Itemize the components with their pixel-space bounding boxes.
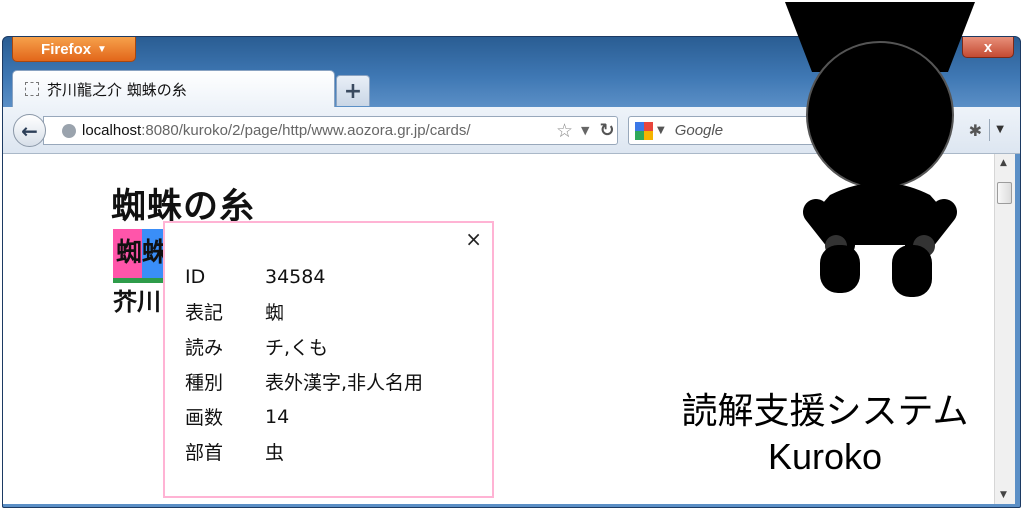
url-text[interactable]: localhost:8080/kuroko/2/page/http/www.ao… [82, 122, 552, 139]
kanji-info-table: ID 34584 表記 蜘 読み チ,くも 種別 表外漢字,非人名用 画数 14 部首 虫 [185, 259, 423, 469]
info-value: 34584 [265, 265, 326, 288]
info-row: 種別 表外漢字,非人名用 [185, 364, 423, 399]
info-value: 蜘 [265, 302, 285, 324]
info-value: 14 [265, 405, 290, 428]
new-tab-button[interactable]: + [336, 75, 370, 106]
info-row: 表記 蜘 [185, 294, 423, 329]
toolbar-divider [989, 119, 990, 141]
search-engine-dropdown-icon[interactable]: ▼ [657, 125, 665, 136]
scroll-thumb[interactable] [997, 182, 1012, 204]
info-value: チ,くも [265, 337, 329, 359]
kanji-info-popup: × ID 34584 表記 蜘 読み チ,くも 種別 表外漢字,非人名用 画数 14 部首… [163, 221, 494, 498]
info-row: 読み チ,くも [185, 329, 423, 364]
system-caption: 読解支援システム Kuroko [650, 388, 1000, 480]
info-key: 画数 [185, 407, 224, 429]
google-icon [635, 121, 653, 140]
info-row: ID 34584 [185, 259, 423, 294]
info-key: 部首 [185, 442, 224, 464]
reload-icon[interactable]: ↻ [600, 120, 615, 141]
info-row: 部首 虫 [185, 434, 423, 469]
search-placeholder: Google [674, 122, 724, 139]
kuroko-mascot-icon [785, 2, 975, 297]
info-value: 虫 [265, 442, 285, 464]
highlighted-word[interactable]: 蜘蛛 [113, 229, 169, 283]
chevron-down-icon: ▼ [97, 43, 107, 55]
tab-title: 芥川龍之介 蜘蛛の糸 [47, 80, 187, 99]
scroll-down-icon[interactable]: ▼ [1000, 490, 1007, 500]
info-value: 表外漢字,非人名用 [265, 372, 424, 394]
scroll-up-icon[interactable]: ▲ [1000, 158, 1007, 168]
info-row: 画数 14 [185, 399, 423, 434]
back-button[interactable]: ← [13, 114, 46, 147]
author-name: 芥川 [113, 288, 161, 316]
page-favicon-icon [25, 82, 39, 96]
star-icon[interactable]: ☆ [556, 120, 573, 142]
firefox-menu-button[interactable]: Firefox ▼ [12, 37, 136, 62]
info-key: 読み [185, 337, 224, 359]
tab-active[interactable]: 芥川龍之介 蜘蛛の糸 [12, 70, 335, 107]
caption-title: 読解支援システム [681, 390, 969, 431]
info-key: ID [185, 265, 206, 288]
close-icon[interactable]: × [465, 227, 482, 251]
caption-subtitle: Kuroko [767, 436, 883, 477]
url-history-dropdown-icon[interactable]: ▼ [581, 124, 589, 137]
info-key: 表記 [185, 302, 224, 324]
url-bar[interactable]: localhost:8080/kuroko/2/page/http/www.ao… [43, 116, 618, 145]
back-arrow-icon: ← [21, 118, 38, 143]
globe-icon [62, 123, 76, 138]
firefox-menu-label: Firefox [41, 40, 92, 58]
toolbar-menu-icon[interactable]: ▼ [996, 124, 1004, 135]
highlighted-word-text: 蜘蛛 [116, 238, 169, 268]
info-key: 種別 [185, 372, 224, 394]
